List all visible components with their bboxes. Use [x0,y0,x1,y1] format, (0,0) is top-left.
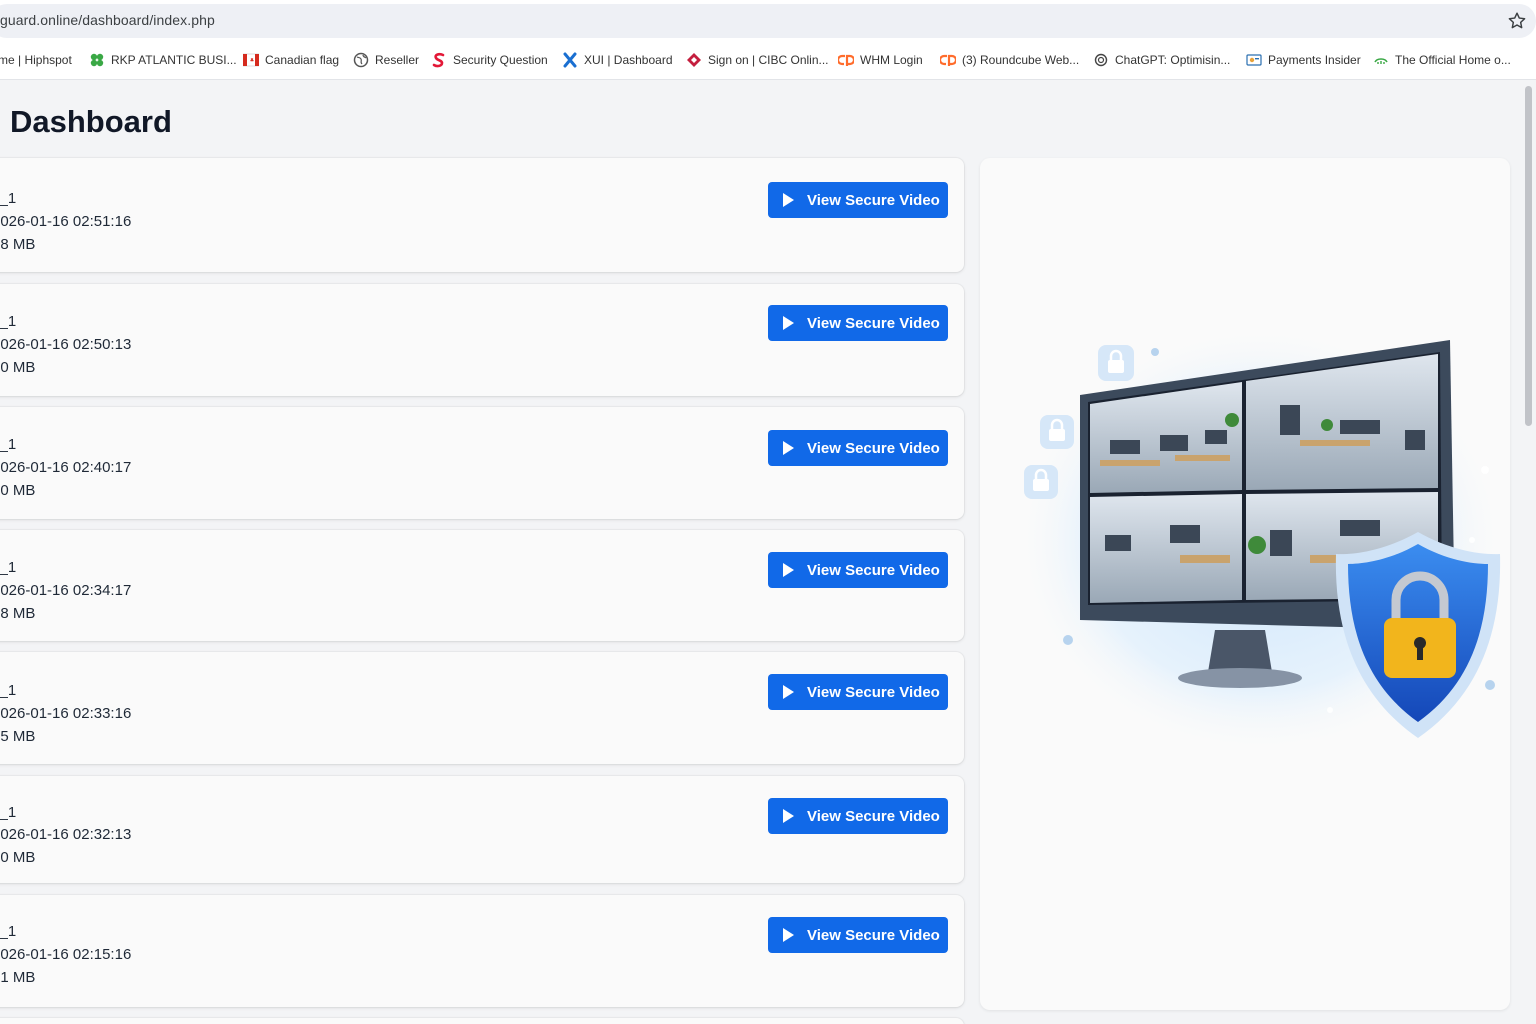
bookmark-label: Sign on | CIBC Onlin... [708,53,829,67]
bookmark-label: Security Question [453,53,548,67]
lock-icon [1040,415,1074,449]
bookmarks-bar: me | Hiphspot RKP ATLANTIC BUSI... Canad… [0,40,1536,80]
button-label: View Secure Video [807,314,940,332]
address-bar[interactable] [0,4,1536,38]
video-name: c_1 [0,190,17,207]
video-size: 60 MB [0,359,36,376]
bookmark-star-icon[interactable] [1506,10,1528,32]
video-size: 05 MB [0,728,36,745]
video-card: c_1 2026-01-16 02:32:13 00 MB View Secur… [0,776,964,883]
address-url[interactable]: guard.online/dashboard/index.php [0,12,215,28]
video-date: 2026-01-16 02:34:17 [0,582,132,599]
video-size: 08 MB [0,236,36,253]
view-secure-video-button[interactable]: View Secure Video [768,917,948,953]
bookmark-item[interactable]: Canadian flag [243,51,339,69]
secure-monitor-illustration [1015,325,1505,755]
view-secure-video-button[interactable]: View Secure Video [768,182,948,218]
scrollbar-thumb[interactable] [1525,86,1532,426]
video-card: c_1 2026-01-16 02:50:13 60 MB View Secur… [0,284,964,396]
video-name: c_1 [0,436,17,453]
bookmark-label: The Official Home o... [1395,53,1511,67]
button-label: View Secure Video [807,561,940,579]
page-scrollbar[interactable] [1522,80,1536,1024]
video-name: c_1 [0,559,17,576]
video-card [0,1018,964,1024]
bookmark-item[interactable]: ChatGPT: Optimisin... [1093,51,1230,69]
bookmark-item[interactable]: XUI | Dashboard [562,51,673,69]
play-icon [783,316,794,330]
bookmark-item[interactable]: WHM Login [838,51,923,69]
video-name: c_1 [0,804,17,821]
button-label: View Secure Video [807,439,940,457]
video-size: 08 MB [0,605,36,622]
bookmark-label: (3) Roundcube Web... [962,53,1080,67]
video-size: 00 MB [0,849,36,866]
xui-icon [563,52,577,68]
bookmark-item[interactable]: Security Question [431,51,548,69]
canada-flag-icon [243,53,259,67]
globe-icon [353,52,369,68]
play-icon [783,563,794,577]
play-icon [783,441,794,455]
bookmark-label: me | Hiphspot [0,53,72,67]
play-icon [783,685,794,699]
video-card: c_1 2026-01-16 02:33:16 05 MB View Secur… [0,652,964,764]
cpanel-icon [940,54,956,66]
video-name: c_1 [0,923,17,940]
lock-icon [1024,465,1058,499]
page-title: Dashboard [10,104,172,139]
bookmark-item[interactable]: Reseller [353,51,419,69]
bookmark-label: ChatGPT: Optimisin... [1115,53,1231,67]
bookmark-item[interactable]: The Official Home o... [1373,51,1511,69]
video-card: c_1 2026-01-16 02:40:17 70 MB View Secur… [0,407,964,519]
view-secure-video-button[interactable]: View Secure Video [768,430,948,466]
cpanel-icon [838,54,854,66]
video-date: 2026-01-16 02:51:16 [0,213,132,230]
bookmark-item[interactable]: Sign on | CIBC Onlin... [686,51,829,69]
video-name: c_1 [0,313,17,330]
bookmark-label: Canadian flag [265,53,340,67]
play-icon [783,809,794,823]
scotiabank-icon [432,52,445,68]
video-size: 70 MB [0,482,36,499]
play-icon [783,193,794,207]
browser-toolbar: guard.online/dashboard/index.php [0,0,1536,40]
bookmark-item[interactable]: me | Hiphspot [0,51,72,69]
video-date: 2026-01-16 02:40:17 [0,459,132,476]
bookmark-label: WHM Login [860,53,923,67]
view-secure-video-button[interactable]: View Secure Video [768,552,948,588]
bookmark-item[interactable]: RKP ATLANTIC BUSI... [89,51,237,69]
bookmark-label: RKP ATLANTIC BUSI... [111,53,237,67]
bookmark-item[interactable]: Payments Insider [1246,51,1361,69]
play-icon [783,928,794,942]
chatgpt-icon [1094,53,1108,67]
cibc-icon [687,53,701,67]
video-size: 21 MB [0,969,36,986]
lock-icon [1098,345,1134,381]
bookmark-label: XUI | Dashboard [584,53,673,67]
view-secure-video-button[interactable]: View Secure Video [768,674,948,710]
video-date: 2026-01-16 02:32:13 [0,826,132,843]
video-card: c_1 2026-01-16 02:15:16 21 MB View Secur… [0,895,964,1007]
clover-icon [90,53,104,67]
button-label: View Secure Video [807,191,940,209]
bookmark-item[interactable]: (3) Roundcube Web... [940,51,1079,69]
view-secure-video-button[interactable]: View Secure Video [768,305,948,341]
video-card: c_1 2026-01-16 02:34:17 08 MB View Secur… [0,530,964,641]
button-label: View Secure Video [807,926,940,944]
video-card: c_1 2026-01-16 02:51:16 08 MB View Secur… [0,158,964,272]
payments-icon [1246,54,1262,66]
video-date: 2026-01-16 02:15:16 [0,946,132,963]
view-secure-video-button[interactable]: View Secure Video [768,798,948,834]
bookmark-label: Payments Insider [1268,53,1361,67]
button-label: View Secure Video [807,807,940,825]
video-name: c_1 [0,682,17,699]
video-date: 2026-01-16 02:50:13 [0,336,132,353]
home-icon [1374,58,1388,64]
bookmark-label: Reseller [375,53,420,67]
button-label: View Secure Video [807,683,940,701]
video-date: 2026-01-16 02:33:16 [0,705,132,722]
